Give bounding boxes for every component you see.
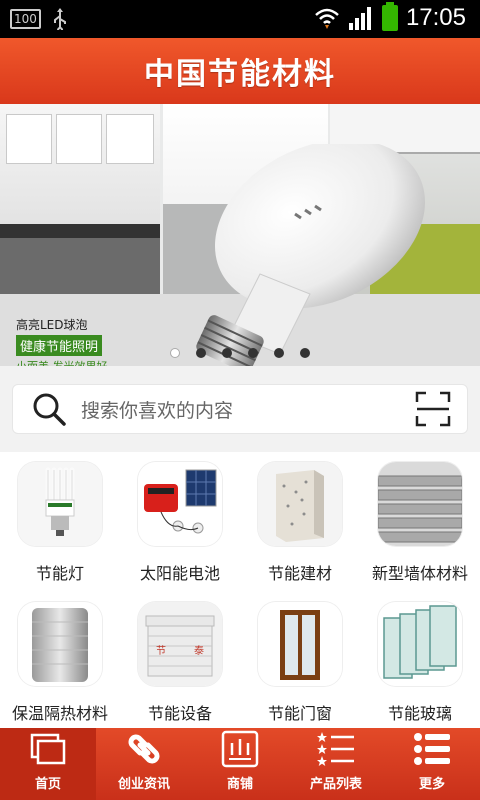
tab-label: 商铺 xyxy=(226,777,253,792)
svg-text:泰: 泰 xyxy=(194,644,204,657)
signal-icon xyxy=(348,7,371,30)
home-icon xyxy=(30,733,66,765)
led-bulb-image xyxy=(196,144,426,366)
banner-carousel[interactable]: 高亮LED球泡 健康节能照明 小而美 发光效果好 xyxy=(0,104,480,366)
promo-line-2: 健康节能照明 xyxy=(16,335,103,356)
category-item[interactable]: 保温隔热材料 xyxy=(0,592,120,728)
usb-icon xyxy=(53,8,66,30)
tab-more[interactable]: 更多 xyxy=(384,728,480,800)
window-frame-icon xyxy=(258,602,342,686)
carousel-dot[interactable] xyxy=(274,348,284,358)
cooling-tower-icon: 节 泰 xyxy=(138,602,222,686)
bottom-tab-bar: 首页 创业资讯 商铺 产品列表 更多 xyxy=(0,728,480,800)
category-grid: 节能灯 太阳能电池 节能建材 新型墙体材料 保温隔热材料 节 泰 节能设备 节能… xyxy=(0,452,480,728)
tab-home[interactable]: 首页 xyxy=(0,728,96,800)
link-icon xyxy=(128,734,160,764)
page-title: 中国节能材料 xyxy=(144,57,336,92)
carousel-dot[interactable] xyxy=(170,348,180,358)
category-label: 节能玻璃 xyxy=(387,704,452,723)
battery-icon xyxy=(381,2,398,31)
clock: 17:05 xyxy=(405,4,466,31)
category-label: 保温隔热材料 xyxy=(11,704,108,723)
insulation-board-icon xyxy=(258,462,342,546)
category-label: 节能建材 xyxy=(267,564,332,583)
wifi-icon xyxy=(315,8,339,29)
category-label: 节能设备 xyxy=(147,704,212,723)
star-list-icon xyxy=(317,732,354,766)
foil-roll-icon xyxy=(18,602,102,686)
title-bar: 中国节能材料 xyxy=(0,38,480,104)
category-label: 新型墙体材料 xyxy=(371,564,468,583)
category-label: 节能灯 xyxy=(35,564,84,583)
carousel-dot[interactable] xyxy=(300,348,310,358)
tab-shop[interactable]: 商铺 xyxy=(192,728,288,800)
banner-kitchen-left xyxy=(0,104,160,294)
category-label: 节能门窗 xyxy=(267,704,332,723)
category-label: 太阳能电池 xyxy=(139,564,220,583)
more-list-icon xyxy=(414,733,450,765)
carousel-dot[interactable] xyxy=(196,348,206,358)
tab-label: 首页 xyxy=(34,777,61,792)
svg-text:节: 节 xyxy=(156,645,166,657)
tab-news[interactable]: 创业资讯 xyxy=(96,728,192,800)
carousel-dots xyxy=(170,348,310,358)
scan-icon[interactable] xyxy=(415,391,451,427)
search-section: 搜索你喜欢的内容 xyxy=(0,366,480,452)
carousel-dot[interactable] xyxy=(248,348,258,358)
shop-icon xyxy=(221,730,259,768)
category-item[interactable]: 节能灯 xyxy=(0,452,120,592)
category-item[interactable]: 新型墙体材料 xyxy=(360,452,480,592)
carousel-dot[interactable] xyxy=(222,348,232,358)
battery-percent-badge: 100 xyxy=(10,9,41,29)
tab-label: 更多 xyxy=(418,777,445,792)
banner-promo: 高亮LED球泡 健康节能照明 小而美 发光效果好 xyxy=(16,316,108,366)
search-input[interactable]: 搜索你喜欢的内容 xyxy=(81,396,415,423)
category-item[interactable]: 节能门窗 xyxy=(240,592,360,728)
tab-label: 创业资讯 xyxy=(117,777,170,792)
solar-kit-icon xyxy=(138,462,222,546)
tab-label: 产品列表 xyxy=(309,777,362,792)
cfl-bulb-icon xyxy=(18,462,102,546)
status-bar: 100 17:05 xyxy=(0,0,480,38)
category-item[interactable]: 太阳能电池 xyxy=(120,452,240,592)
glass-panes-icon xyxy=(378,602,462,686)
category-item[interactable]: 节 泰 节能设备 xyxy=(120,592,240,728)
search-icon xyxy=(33,393,66,426)
promo-line-3: 小而美 发光效果好 xyxy=(16,358,108,366)
promo-line-1: 高亮LED球泡 xyxy=(16,318,88,332)
wall-panel-icon xyxy=(378,462,462,546)
app-screen: 100 17:05 中国节能材料 高亮LED球泡 健康节能照明 搜索你喜欢的内容… xyxy=(0,0,480,800)
tab-product-list[interactable]: 产品列表 xyxy=(288,728,384,800)
category-item[interactable]: 节能玻璃 xyxy=(360,592,480,728)
category-item[interactable]: 节能建材 xyxy=(240,452,360,592)
search-bar[interactable]: 搜索你喜欢的内容 xyxy=(12,384,468,434)
